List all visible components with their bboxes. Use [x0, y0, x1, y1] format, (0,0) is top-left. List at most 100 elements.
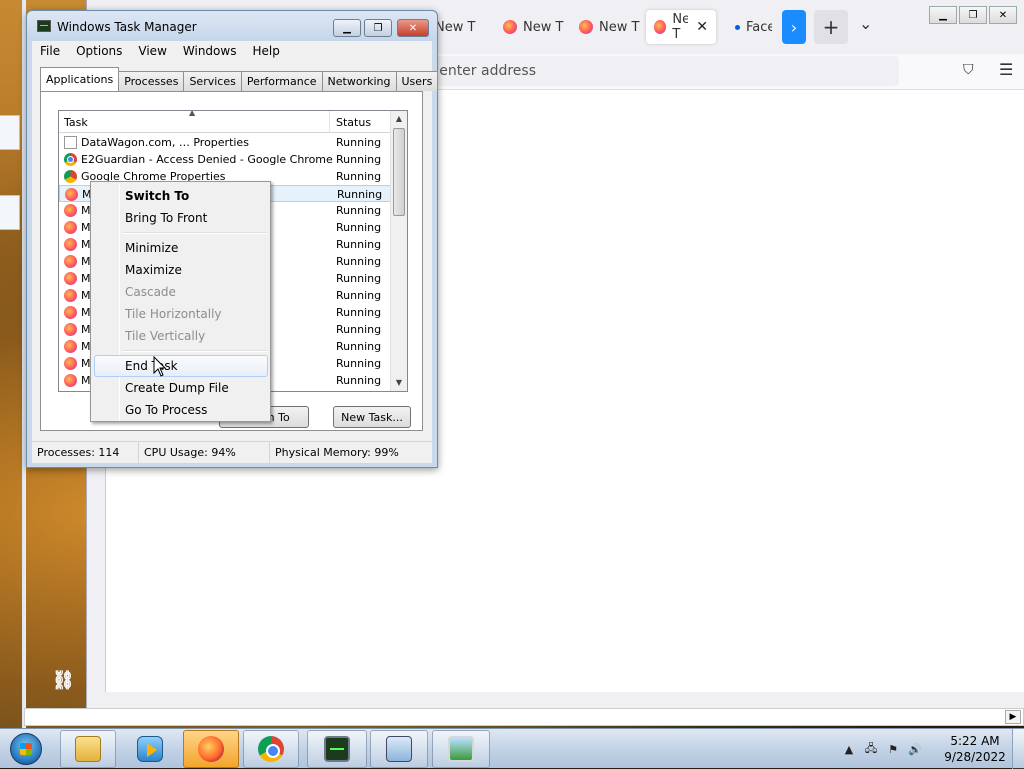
- scroll-right-icon[interactable]: ▶: [1005, 710, 1021, 724]
- firefox-icon: [198, 736, 224, 762]
- task-status: Running: [336, 374, 382, 387]
- task-status: Running: [336, 323, 382, 336]
- task-status: Running: [336, 153, 382, 166]
- menu-item-tile-vertically: Tile Vertically: [125, 329, 206, 343]
- vertical-scrollbar[interactable]: ▲ ▼: [390, 111, 407, 391]
- start-button[interactable]: [4, 731, 48, 767]
- maximize-button[interactable]: ❐: [364, 19, 392, 37]
- table-row[interactable]: DataWagon.com, … Properties Running: [59, 134, 391, 151]
- firefox-icon: [64, 340, 77, 353]
- column-status[interactable]: Status: [336, 116, 371, 129]
- firefox-icon: [64, 255, 77, 268]
- action-center-flag-icon[interactable]: ⚑: [886, 742, 900, 756]
- firefox-tab[interactable]: New T: [571, 10, 647, 44]
- url-bar[interactable]: r enter address: [387, 56, 899, 86]
- taskbar-chrome[interactable]: [243, 730, 299, 768]
- firefox-icon: [64, 289, 77, 302]
- clock[interactable]: 5:22 AM 9/28/2022: [940, 733, 1010, 765]
- menu-view[interactable]: View: [130, 41, 174, 61]
- tab-processes[interactable]: Processes: [118, 71, 185, 91]
- background-window-edge: [0, 195, 20, 230]
- task-status: Running: [336, 170, 382, 183]
- menu-item-create-dump-file[interactable]: Create Dump File: [94, 377, 268, 399]
- taskbar: ▲ 🖧 ⚑ 🔊 5:22 AM 9/28/2022: [0, 728, 1024, 769]
- taskbar-remote-desktop[interactable]: [370, 730, 428, 768]
- firefox-icon: [64, 204, 77, 217]
- close-tab-icon[interactable]: ✕: [696, 19, 708, 35]
- menu-file[interactable]: File: [32, 41, 68, 61]
- network-icon[interactable]: 🖧: [864, 742, 878, 756]
- volume-icon[interactable]: 🔊: [908, 742, 922, 756]
- firefox-icon: [65, 188, 78, 201]
- scroll-down-icon[interactable]: ▼: [391, 375, 407, 391]
- hamburger-menu-icon[interactable]: ☰: [999, 60, 1013, 79]
- task-status: Running: [336, 340, 382, 353]
- process-count: Processes: 114: [32, 442, 139, 463]
- menu-item-switch-to[interactable]: Switch To: [94, 185, 268, 207]
- close-icon[interactable]: ✕: [989, 6, 1017, 24]
- firefox-icon: [579, 20, 593, 34]
- restore-icon[interactable]: ❐: [959, 6, 987, 24]
- title-bar[interactable]: Windows Task Manager ▁ ❐ ✕: [27, 11, 437, 41]
- task-status: Running: [336, 204, 382, 217]
- tab-performance[interactable]: Performance: [240, 71, 323, 91]
- menu-item-maximize[interactable]: Maximize: [94, 259, 268, 281]
- close-button[interactable]: ✕: [397, 19, 429, 37]
- menu-item-tile-horizontally: Tile Horizontally: [125, 307, 222, 321]
- task-status: Running: [336, 306, 382, 319]
- firefox-icon: [64, 272, 77, 285]
- firefox-icon: [64, 238, 77, 251]
- media-player-icon: [137, 736, 163, 762]
- taskbar-task-manager[interactable]: [307, 730, 367, 768]
- menu-separator: [122, 350, 268, 352]
- tab-networking[interactable]: Networking: [321, 71, 397, 91]
- new-task-button[interactable]: New Task...: [333, 406, 411, 428]
- chevron-right-icon: ›: [790, 17, 798, 37]
- chrome-properties-icon: [64, 170, 77, 183]
- chevron-down-icon[interactable]: ⌄: [859, 14, 872, 33]
- physical-memory: Physical Memory: 99%: [275, 446, 399, 459]
- pocket-icon[interactable]: ⛉: [963, 62, 974, 78]
- tab-scroll-right-button[interactable]: ›: [782, 10, 806, 44]
- task-status: Running: [336, 136, 382, 149]
- horizontal-scrollbar[interactable]: ▶: [24, 708, 1024, 726]
- firefox-icon: [64, 306, 77, 319]
- firefox-tab[interactable]: New T: [495, 10, 571, 44]
- menu-item-end-task[interactable]: End Task: [94, 355, 268, 377]
- menu-options[interactable]: Options: [68, 41, 130, 61]
- firefox-icon: [64, 374, 77, 387]
- menu-item-minimize[interactable]: Minimize: [94, 237, 268, 259]
- firefox-tab[interactable]: Faceb: [727, 10, 780, 44]
- photo-viewer-icon: [448, 736, 474, 762]
- list-header: ▲ Task Status: [59, 111, 391, 133]
- taskbar-media-player[interactable]: [122, 730, 178, 768]
- menu-windows[interactable]: Windows: [175, 41, 245, 61]
- scroll-thumb[interactable]: [393, 128, 405, 216]
- tab-applications[interactable]: Applications: [40, 67, 120, 91]
- taskbar-explorer[interactable]: [60, 730, 116, 768]
- tab-services[interactable]: Services: [183, 71, 242, 91]
- show-desktop-button[interactable]: [1012, 729, 1024, 769]
- tab-users[interactable]: Users: [395, 71, 439, 91]
- menu-item-bring-to-front[interactable]: Bring To Front: [94, 207, 268, 229]
- remote-desktop-icon: [386, 736, 412, 762]
- table-row[interactable]: E2Guardian - Access Denied - Google Chro…: [59, 151, 391, 168]
- taskbar-firefox[interactable]: [183, 730, 239, 768]
- firefox-tab-active[interactable]: New T ✕: [646, 10, 716, 44]
- minimize-icon[interactable]: ▁: [929, 6, 957, 24]
- taskbar-photo-viewer[interactable]: [432, 730, 490, 768]
- column-task[interactable]: Task: [64, 116, 88, 129]
- scroll-up-icon[interactable]: ▲: [391, 111, 407, 127]
- column-divider[interactable]: [329, 111, 330, 133]
- menu-item-go-to-process[interactable]: Go To Process: [94, 399, 268, 421]
- minimize-button[interactable]: ▁: [333, 19, 361, 37]
- menu-help[interactable]: Help: [244, 41, 287, 61]
- tab-label: New T: [435, 19, 476, 35]
- menu-separator: [122, 232, 268, 234]
- tab-label: Faceb: [746, 19, 772, 35]
- firefox-icon: [654, 20, 667, 34]
- tab-label: New T: [599, 19, 640, 35]
- show-hidden-icons-icon[interactable]: ▲: [842, 742, 856, 756]
- tab-strip: Applications Processes Services Performa…: [40, 67, 439, 91]
- new-tab-button[interactable]: +: [814, 10, 848, 44]
